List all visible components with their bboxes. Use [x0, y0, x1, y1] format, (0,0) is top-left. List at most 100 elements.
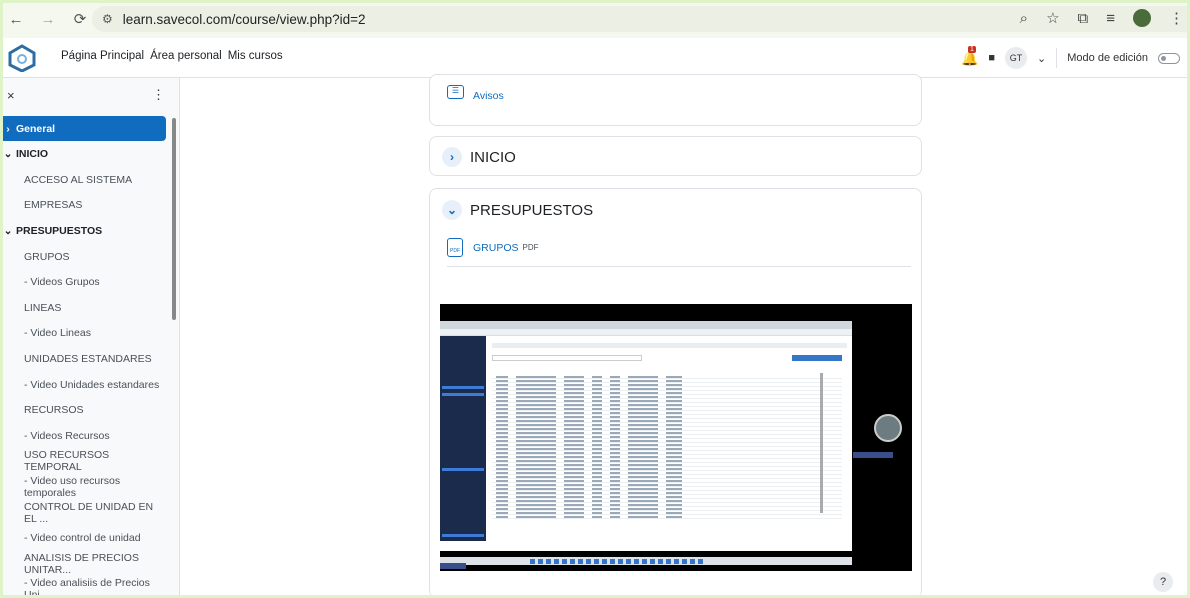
taskbar-app-icon — [618, 558, 623, 564]
pdf-file-icon: PDF — [447, 238, 463, 257]
taskbar-app-icon — [530, 558, 535, 564]
edit-mode-label: Modo de edición — [1067, 52, 1148, 64]
video-app-search — [492, 355, 642, 361]
user-avatar[interactable]: GT — [1005, 47, 1028, 69]
taskbar-app-icon — [682, 558, 687, 564]
sidebar-item-label: - Video Lineas — [24, 327, 91, 340]
taskbar-app-icon — [538, 558, 543, 564]
edit-mode-toggle[interactable] — [1158, 52, 1180, 64]
close-drawer-icon[interactable]: × — [7, 88, 15, 103]
taskbar-app-icon — [610, 558, 615, 564]
taskbar-app-icon — [642, 558, 647, 564]
browser-menu-icon[interactable]: ⋮ — [1169, 9, 1184, 27]
sidebar-item[interactable]: › General — [0, 116, 166, 141]
sidebar-item-label: General — [16, 122, 56, 135]
sidebar-item-label: PRESUPUESTOS — [16, 224, 103, 237]
notifications-bell-icon[interactable]: 🔔 1 — [961, 45, 978, 67]
nav-my-courses[interactable]: Mis cursos — [228, 50, 283, 62]
sidebar-item[interactable]: GRUPOS — [0, 244, 166, 269]
sidebar-item-label: - Video Unidades estandares — [24, 378, 160, 391]
chevron-down-icon[interactable]: ⌄ — [0, 148, 16, 160]
avisos-link[interactable]: Avisos — [473, 90, 504, 102]
site-info-icon[interactable]: ⚙ — [102, 12, 113, 26]
sidebar-item-label: ACCESO AL SISTEMA — [24, 173, 133, 186]
forward-icon[interactable]: → — [37, 11, 59, 28]
sidebar-item[interactable]: CONTROL DE UNIDAD EN EL ... — [0, 500, 166, 525]
sidebar-item[interactable]: ACCESO AL SISTEMA — [0, 167, 166, 192]
sidebar-item-label: LINEAS — [24, 301, 62, 314]
video-app-sidebar — [440, 336, 486, 541]
taskbar-app-icon — [586, 558, 591, 564]
video-table-row — [492, 515, 842, 519]
site-logo-icon[interactable] — [6, 44, 38, 72]
bookmark-star-icon[interactable]: ☆ — [1046, 9, 1059, 27]
sidebar-item[interactable]: USO RECURSOS TEMPORAL — [0, 449, 166, 474]
browser-toolbar: ← → ⟳ ⚙ learn.savecol.com/course/view.ph… — [0, 0, 1190, 38]
sidebar-item[interactable]: - Videos Grupos — [0, 270, 166, 295]
embedded-video[interactable] — [440, 304, 912, 571]
video-app-buttons — [792, 355, 842, 361]
site-header: Página Principal Área personal Mis curso… — [0, 38, 1190, 78]
taskbar-app-icon — [562, 558, 567, 564]
taskbar-app-icon — [578, 558, 583, 564]
user-menu-chevron-icon[interactable]: ⌄ — [1037, 52, 1046, 65]
section-inicio-title[interactable]: INICIO — [470, 149, 516, 166]
taskbar-app-icon — [658, 558, 663, 564]
sidebar-item[interactable]: ⌄ PRESUPUESTOS — [0, 218, 166, 243]
webcam-avatar-icon — [874, 414, 902, 442]
sidebar-item-label: EMPRESAS — [24, 199, 83, 212]
drawer-scrollbar[interactable] — [172, 118, 176, 320]
sidebar-item[interactable]: - Video Lineas — [0, 321, 166, 346]
url-text: learn.savecol.com/course/view.php?id=2 — [122, 11, 366, 27]
sidebar-item-label: - Videos Grupos — [24, 276, 100, 289]
collapse-chevron-icon[interactable]: ⌄ — [442, 200, 462, 220]
sidebar-item-label: RECURSOS — [24, 404, 84, 417]
video-app-tabs — [492, 343, 847, 348]
expand-chevron-icon[interactable]: › — [442, 147, 462, 167]
presenter-name-tag — [440, 563, 466, 569]
sidebar-item[interactable]: - Video analisiis de Precios Uni... — [0, 577, 166, 598]
reload-icon[interactable]: ⟳ — [69, 10, 91, 28]
section-presupuestos-title[interactable]: PRESUPUESTOS — [470, 202, 593, 219]
messages-icon[interactable]: ■ — [988, 52, 995, 64]
media-icon[interactable]: ≡ — [1106, 10, 1115, 27]
sidebar-item[interactable]: - Video Unidades estandares — [0, 372, 166, 397]
taskbar-app-icon — [554, 558, 559, 564]
sidebar-item[interactable]: RECURSOS — [0, 398, 166, 423]
taskbar-app-icon — [626, 558, 631, 564]
sidebar-item[interactable]: - Video control de unidad — [0, 526, 166, 551]
chevron-down-icon[interactable]: ⌄ — [0, 225, 16, 237]
sidebar-item[interactable]: ANALISIS DE PRECIOS UNITAR... — [0, 551, 166, 576]
resource-type: PDF — [522, 243, 539, 252]
grupos-resource[interactable]: PDF GRUPOS PDF — [447, 238, 539, 257]
zoom-icon[interactable]: ⌕ — [1020, 10, 1028, 27]
video-taskbar — [440, 557, 852, 565]
sidebar-item[interactable]: - Videos Recursos — [0, 423, 166, 448]
sidebar-item[interactable]: EMPRESAS — [0, 193, 166, 218]
nav-home[interactable]: Página Principal — [61, 50, 144, 62]
chevron-right-icon[interactable]: › — [0, 123, 16, 135]
taskbar-app-icon — [570, 558, 575, 564]
help-button[interactable]: ? — [1153, 572, 1173, 592]
webcam-name-tag — [853, 452, 893, 458]
taskbar-app-icon — [546, 558, 551, 564]
sidebar-item-label: UNIDADES ESTANDARES — [24, 352, 152, 365]
sidebar-item-label: GRUPOS — [24, 250, 70, 263]
grupos-link[interactable]: GRUPOS — [473, 242, 519, 254]
nav-dashboard[interactable]: Área personal — [150, 50, 222, 62]
drawer-menu-icon[interactable]: ⋮ — [152, 87, 165, 103]
course-index-drawer: × ⋮ › General ⌄ INICIO ACCESO AL SISTEMA EMPR… — [0, 78, 180, 598]
taskbar-app-icon — [650, 558, 655, 564]
primary-navigation: Página Principal Área personal Mis curso… — [61, 50, 283, 62]
sidebar-item[interactable]: ⌄ INICIO — [0, 142, 166, 167]
notification-count: 1 — [967, 45, 976, 53]
sidebar-item[interactable]: - Video uso recursos temporales — [0, 474, 166, 499]
taskbar-app-icon — [690, 558, 695, 564]
back-icon[interactable]: ← — [5, 11, 27, 28]
taskbar-app-icon — [666, 558, 671, 564]
extensions-icon[interactable]: ⧉ — [1078, 10, 1089, 27]
profile-avatar-icon[interactable] — [1133, 9, 1151, 27]
sidebar-item[interactable]: UNIDADES ESTANDARES — [0, 346, 166, 371]
sidebar-item-label: USO RECURSOS TEMPORAL — [24, 449, 110, 474]
sidebar-item[interactable]: LINEAS — [0, 295, 166, 320]
